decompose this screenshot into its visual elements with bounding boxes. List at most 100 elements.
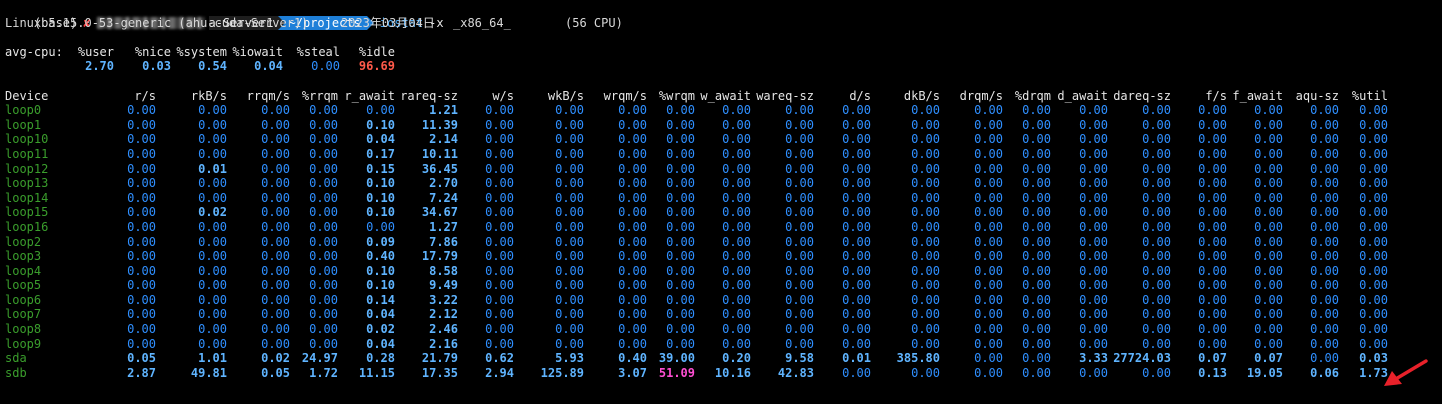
table-cell: 0.00 [842, 219, 871, 234]
table-cell: 0.00 [1359, 161, 1388, 176]
table-cell: 0.00 [1359, 322, 1388, 337]
table-cell: 0.00 [1359, 234, 1388, 249]
column-header: d_await [1057, 88, 1108, 103]
table-cell: 0.00 [842, 249, 871, 264]
device-table-header: Device r/s rkB/s rrqm/s %rrqm r_await rareq-s… [5, 89, 1442, 104]
table-cell: 0.00 [1359, 103, 1388, 118]
table-cell: 0.00 [1359, 205, 1388, 220]
table-row: loop4 0.00 0.00 0.00 0.00 0.10 8.58 0.00 0.00 0.0… [5, 264, 1442, 279]
table-cell: 0.00 [842, 176, 871, 191]
column-header: %util [1351, 88, 1388, 103]
device-name: loop12 [5, 161, 49, 176]
table-cell: 0.00 [1359, 263, 1388, 278]
device-name: loop7 [5, 307, 42, 322]
device-name: loop0 [5, 103, 42, 118]
table-cell: 0.00 [485, 292, 514, 307]
table-cell: 0.00 [127, 161, 156, 176]
device-name: sdb [5, 365, 27, 380]
table-cell: 0.00 [127, 103, 156, 118]
column-header: d/s [849, 88, 871, 103]
table-cell: 0.00 [842, 117, 871, 132]
device-name: loop8 [5, 322, 42, 337]
table-row: loop1 0.00 0.00 0.00 0.00 0.10 11.39 0.00 0.00 0.… [5, 118, 1442, 133]
terminal[interactable]: (base) ✘ a-Server1 ~/projects iostat -x Linux… [5, 1, 1442, 404]
table-cell: 0.00 [1359, 132, 1388, 147]
table-row: loop6 0.00 0.00 0.00 0.00 0.14 3.22 0.00 0.00 0.0… [5, 293, 1442, 308]
table-row: sdb 2.87 49.81 0.05 1.72 11.15 17.35 2.94 125.89… [5, 366, 1442, 381]
table-cell: 0.00 [127, 322, 156, 337]
column-header: dkB/s [903, 88, 940, 103]
table-cell: 0.00 [127, 292, 156, 307]
avg-cpu-values: 2.70 0.03 0.54 0.04 0.00 96.69 [5, 59, 1442, 74]
table-cell: 0.00 [127, 336, 156, 351]
table-cell: 0.00 [127, 132, 156, 147]
table-cell: 0.00 [842, 234, 871, 249]
table-cell: 2.87 [127, 365, 156, 380]
table-row: loop8 0.00 0.00 0.00 0.00 0.02 2.46 0.00 0.00 0.0… [5, 322, 1442, 337]
table-cell: 0.00 [485, 219, 514, 234]
device-name: loop9 [5, 336, 42, 351]
table-row: loop14 0.00 0.00 0.00 0.00 0.10 7.24 0.00 0.00 0.… [5, 191, 1442, 206]
table-cell: 0.00 [1359, 292, 1388, 307]
table-cell: 0.00 [1359, 278, 1388, 293]
column-header: w_await [700, 88, 751, 103]
table-cell: 0.00 [1359, 219, 1388, 234]
device-name: loop3 [5, 249, 42, 264]
table-cell: 0.00 [842, 205, 871, 220]
table-row: loop0 0.00 0.00 0.00 0.00 0.00 1.21 0.00 0.00 0.0… [5, 103, 1442, 118]
table-cell: 0.03 [1359, 351, 1388, 366]
table-cell: 0.00 [842, 278, 871, 293]
table-cell: 0.00 [485, 234, 514, 249]
table-row: loop7 0.00 0.00 0.00 0.00 0.04 2.12 0.00 0.00 0.0… [5, 307, 1442, 322]
table-cell: 0.62 [485, 351, 514, 366]
cpu-header-cell: %idle [358, 44, 395, 59]
table-cell: 0.00 [842, 322, 871, 337]
table-cell: 0.00 [1359, 249, 1388, 264]
table-cell: 0.00 [127, 146, 156, 161]
table-cell: 0.00 [842, 336, 871, 351]
table-cell: 0.00 [842, 263, 871, 278]
arch-info: _x86_64_ [453, 15, 511, 30]
table-row: loop2 0.00 0.00 0.00 0.00 0.09 7.86 0.00 0.00 0.0… [5, 235, 1442, 250]
table-row: loop10 0.00 0.00 0.00 0.00 0.04 2.14 0.00 0.00 0.… [5, 132, 1442, 147]
table-cell: 0.00 [127, 307, 156, 322]
device-column-header: Device [5, 88, 49, 103]
table-cell: 0.00 [1359, 146, 1388, 161]
table-cell: 0.00 [127, 117, 156, 132]
table-cell: 0.00 [485, 117, 514, 132]
table-cell: 0.00 [485, 278, 514, 293]
device-name: loop13 [5, 176, 49, 191]
table-cell: 0.00 [127, 234, 156, 249]
table-cell: 0.00 [485, 336, 514, 351]
table-row: loop16 0.00 0.00 0.00 0.00 0.00 1.27 0.00 0.00 0.… [5, 220, 1442, 235]
report-date: 2023年03月04日 [341, 15, 435, 30]
table-cell: 0.00 [127, 205, 156, 220]
device-name: loop5 [5, 278, 42, 293]
table-cell: 0.00 [485, 146, 514, 161]
table-cell: 0.00 [1359, 117, 1388, 132]
table-row: loop9 0.00 0.00 0.00 0.00 0.04 2.16 0.00 0.00 0.0… [5, 337, 1442, 352]
shell-prompt: (base) ✘ a-Server1 ~/projects iostat -x [5, 1, 1442, 31]
table-cell: 0.00 [127, 190, 156, 205]
table-cell: 0.00 [127, 249, 156, 264]
table-row: loop5 0.00 0.00 0.00 0.00 0.10 9.49 0.00 0.00 0.0… [5, 278, 1442, 293]
table-cell: 2.94 [485, 365, 514, 380]
device-name: loop10 [5, 132, 49, 147]
device-name: sda [5, 351, 27, 366]
table-cell: 0.00 [485, 307, 514, 322]
table-cell: 0.00 [485, 322, 514, 337]
table-cell: 0.00 [485, 205, 514, 220]
device-name: loop16 [5, 219, 49, 234]
device-name: loop6 [5, 292, 42, 307]
table-cell: 0.00 [127, 176, 156, 191]
column-header: r/s [134, 88, 156, 103]
column-header: rkB/s [190, 88, 227, 103]
cpu-value-cell: 96.69 [358, 59, 395, 74]
table-cell: 0.00 [842, 292, 871, 307]
table-cell: 0.00 [485, 103, 514, 118]
device-name: loop14 [5, 190, 49, 205]
table-cell: 0.00 [842, 307, 871, 322]
device-name: loop1 [5, 117, 42, 132]
table-row: loop15 0.00 0.02 0.00 0.00 0.10 34.67 0.00 0.00 0… [5, 205, 1442, 220]
